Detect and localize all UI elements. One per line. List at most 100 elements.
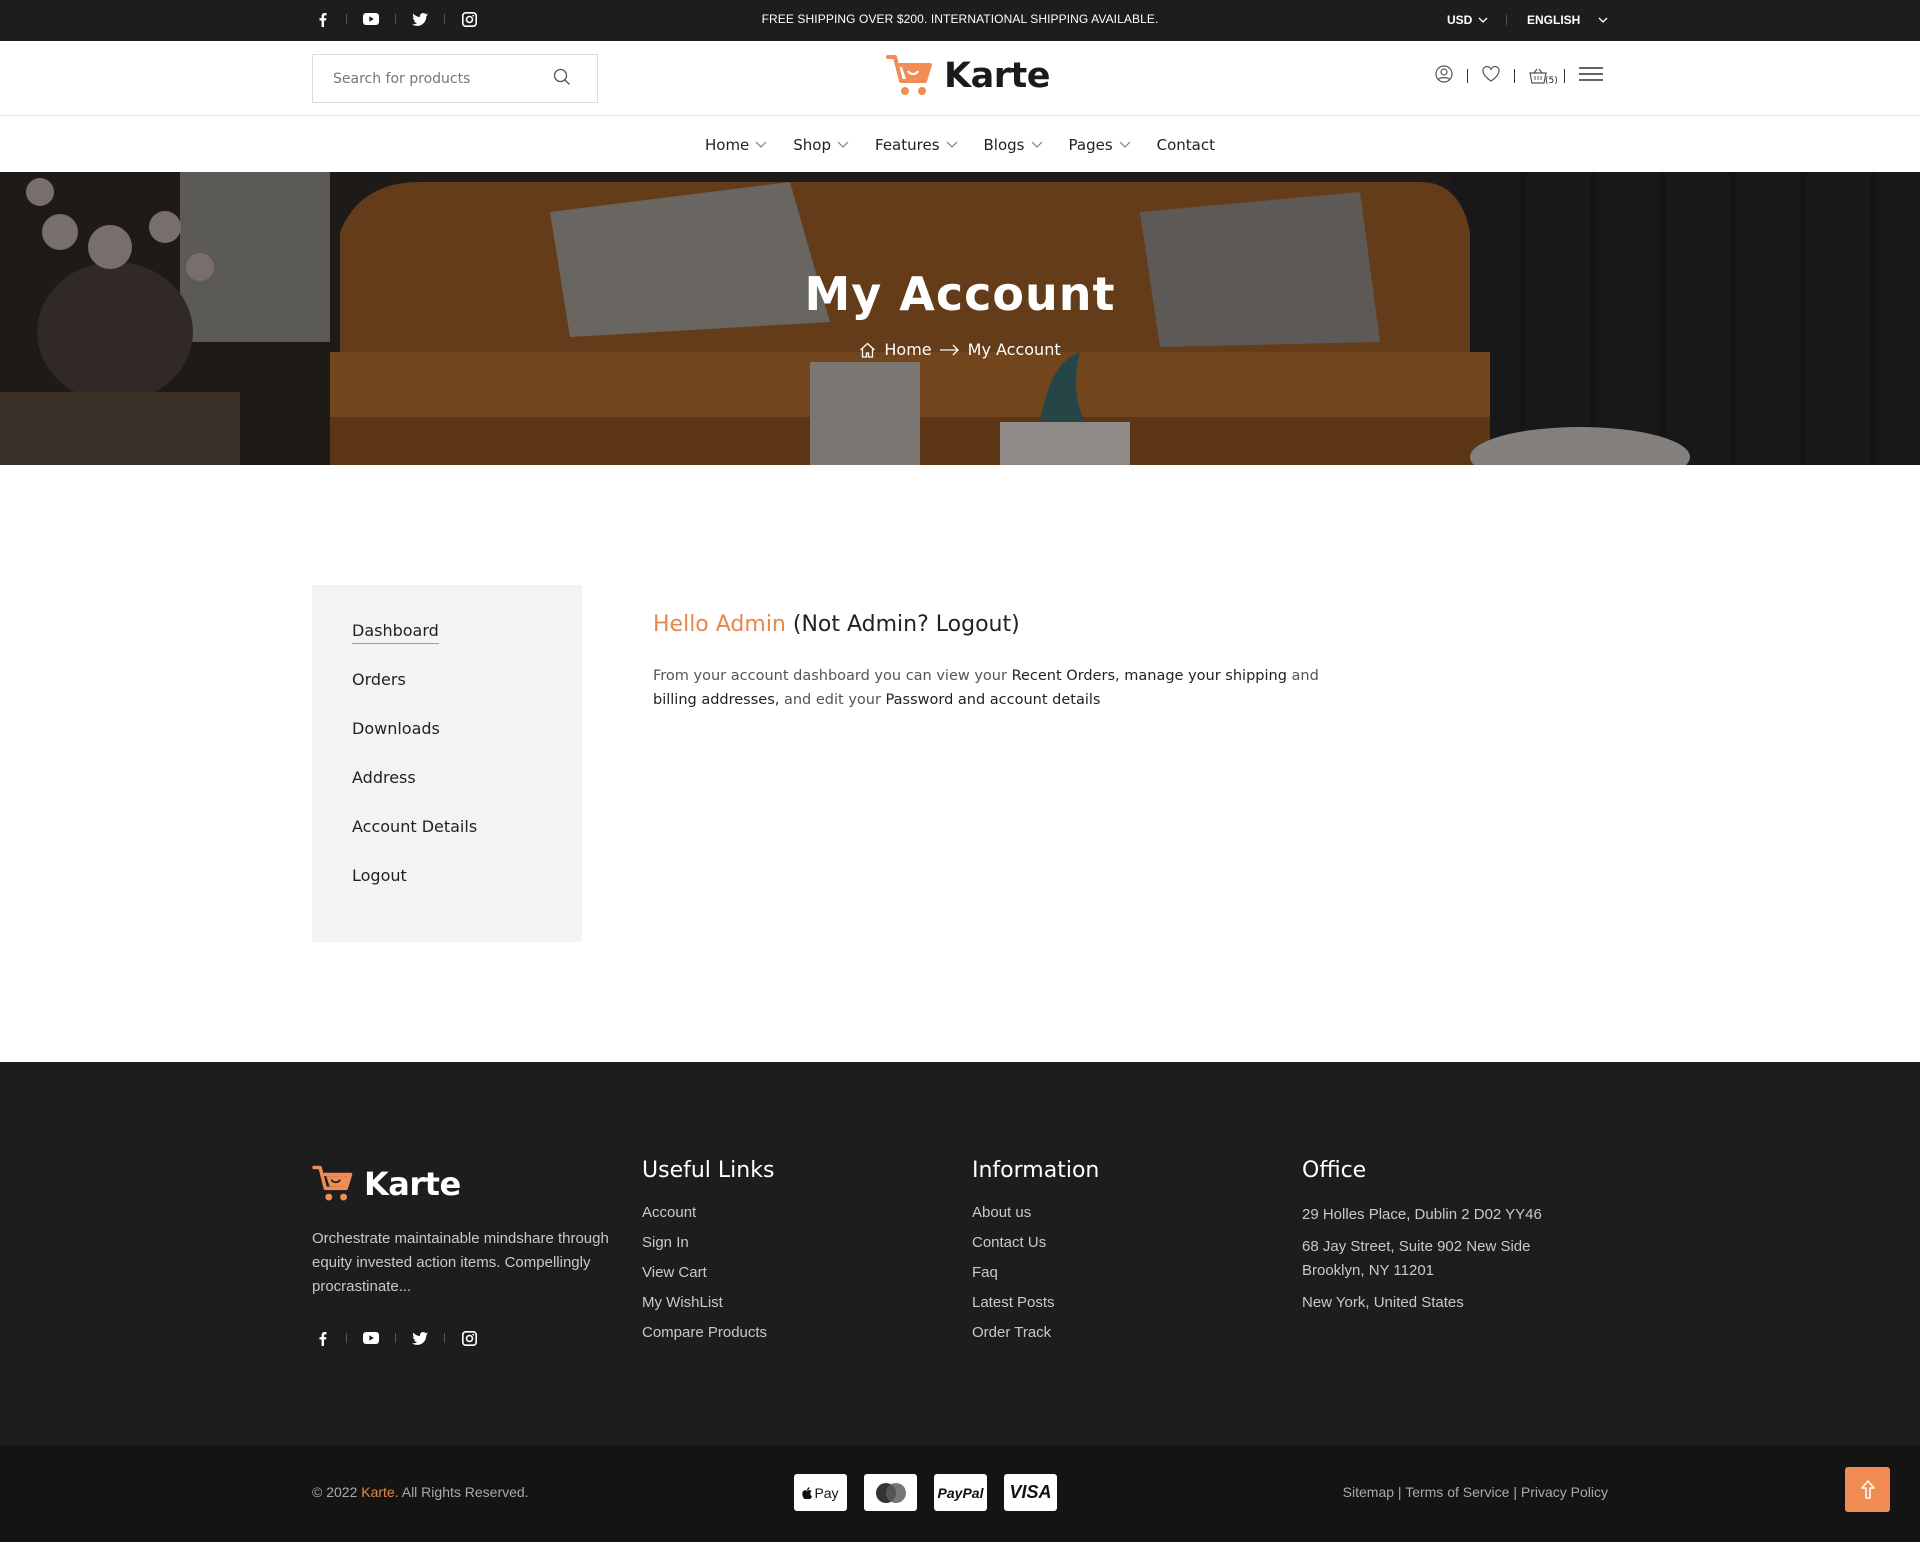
cart-count: (5) xyxy=(1545,76,1558,86)
office-address: 29 Holles Place, Dublin 2 D02 YY46 xyxy=(1302,1206,1542,1223)
page-title: My Account xyxy=(804,267,1116,321)
footer-link-wishlist[interactable]: My WishList xyxy=(642,1293,774,1323)
nav-item-shop[interactable]: Shop xyxy=(793,136,849,154)
chevron-down-icon xyxy=(837,141,849,148)
top-bar: FREE SHIPPING OVER $200. INTERNATIONAL S… xyxy=(0,0,1920,41)
breadcrumb-home-link[interactable]: Home xyxy=(884,340,931,359)
password-details-link[interactable]: Password and account details xyxy=(886,692,1101,708)
user-icon[interactable] xyxy=(1435,65,1453,87)
footer-useful-links: Useful Links Account Sign In View Cart M… xyxy=(642,1158,774,1353)
currency-label: USD xyxy=(1447,13,1473,27)
scroll-to-top-button[interactable] xyxy=(1845,1467,1890,1512)
footer-heading: Office xyxy=(1302,1158,1367,1183)
sitemap-link[interactable]: Sitemap xyxy=(1343,1484,1394,1500)
site-header: Karte (5) xyxy=(0,41,1920,116)
footer-about: Orchestrate maintainable mindshare throu… xyxy=(312,1230,609,1295)
payment-label: Pay xyxy=(814,1484,839,1501)
footer-heading: Information xyxy=(972,1158,1100,1183)
header-icons: (5) xyxy=(1435,65,1603,87)
breadcrumb-current: My Account xyxy=(967,340,1061,359)
account-menu-dashboard[interactable]: Dashboard xyxy=(352,620,582,669)
footer-link-compare[interactable]: Compare Products xyxy=(642,1323,774,1353)
footer-logo[interactable]: Karte xyxy=(312,1164,461,1204)
desc-text: and xyxy=(1291,668,1319,684)
currency-select[interactable]: USD xyxy=(1447,13,1488,27)
copyright-brand-link[interactable]: Karte. xyxy=(361,1484,398,1500)
twitter-icon[interactable] xyxy=(410,1328,430,1348)
instagram-icon[interactable] xyxy=(459,1328,479,1348)
language-select[interactable]: ENGLISH xyxy=(1527,13,1608,27)
divider xyxy=(395,1333,396,1343)
chevron-down-icon xyxy=(1119,141,1131,148)
divider xyxy=(1514,69,1515,83)
footer-logo-text: Karte xyxy=(364,1165,461,1203)
cart-button[interactable]: (5) xyxy=(1529,66,1558,86)
shipping-notice: FREE SHIPPING OVER $200. INTERNATIONAL S… xyxy=(761,12,1159,26)
divider xyxy=(1467,69,1468,83)
logo-text: Karte xyxy=(944,56,1050,96)
nav-item-label: Home xyxy=(704,135,750,154)
menu-label: Account Details xyxy=(352,817,478,836)
divider xyxy=(444,1333,445,1343)
search-input[interactable] xyxy=(313,70,543,87)
facebook-icon[interactable] xyxy=(312,1328,332,1348)
heart-icon[interactable] xyxy=(1482,65,1500,86)
account-menu-downloads[interactable]: Downloads xyxy=(352,718,582,767)
legal-links: Sitemap | Terms of Service | Privacy Pol… xyxy=(1343,1484,1608,1500)
nav-item-home[interactable]: Home xyxy=(705,136,767,154)
nav-item-pages[interactable]: Pages xyxy=(1069,136,1131,154)
footer-link-sign-in[interactable]: Sign In xyxy=(642,1233,774,1263)
menu-label: Orders xyxy=(352,670,406,689)
apple-pay-icon: Pay xyxy=(794,1474,847,1511)
nav-item-blogs[interactable]: Blogs xyxy=(984,136,1043,154)
recent-orders-link[interactable]: Recent Orders, xyxy=(1012,668,1120,684)
breadcrumb: Home My Account xyxy=(0,340,1920,359)
payment-methods: Pay PayPal VISA xyxy=(794,1474,1057,1511)
manage-shipping-link[interactable]: manage your shipping xyxy=(1124,668,1287,684)
copyright-year: © 2022 xyxy=(312,1484,358,1500)
copyright-text: All Rights Reserved. xyxy=(401,1484,529,1500)
nav-item-label: Contact xyxy=(1156,135,1215,154)
footer-link-order-track[interactable]: Order Track xyxy=(972,1323,1099,1353)
nav-item-features[interactable]: Features xyxy=(875,136,958,154)
privacy-link[interactable]: Privacy Policy xyxy=(1521,1484,1608,1500)
visa-icon: VISA xyxy=(1004,1474,1057,1511)
chevron-down-icon xyxy=(1031,141,1042,148)
office-address: 68 Jay Street, Suite 902 New Side Brookl… xyxy=(1302,1238,1531,1279)
youtube-icon[interactable] xyxy=(361,1328,381,1348)
terms-link[interactable]: Terms of Service xyxy=(1405,1484,1509,1500)
site-logo[interactable]: Karte xyxy=(886,53,1050,99)
paypal-icon: PayPal xyxy=(934,1474,987,1511)
footer-link-contact[interactable]: Contact Us xyxy=(972,1233,1099,1263)
arrow-up-icon xyxy=(1860,1479,1875,1499)
footer-link-account[interactable]: Account xyxy=(642,1203,774,1233)
main-nav: Home Shop Features Blogs Pages Contact xyxy=(0,117,1920,172)
footer-link-faq[interactable]: Faq xyxy=(972,1263,1099,1293)
search-icon[interactable] xyxy=(553,68,571,90)
footer-link-latest-posts[interactable]: Latest Posts xyxy=(972,1293,1099,1323)
chevron-down-icon xyxy=(946,141,957,148)
menu-label: Downloads xyxy=(352,719,440,738)
search-box xyxy=(312,54,598,103)
footer-link-about[interactable]: About us xyxy=(972,1203,1099,1233)
account-menu-orders[interactable]: Orders xyxy=(352,669,582,718)
divider xyxy=(346,1333,347,1343)
home-icon xyxy=(860,342,876,358)
footer-information: Information About us Contact Us Faq Late… xyxy=(972,1158,1099,1353)
copyright: © 2022 Karte. All Rights Reserved. xyxy=(312,1484,529,1500)
divider xyxy=(1563,69,1565,83)
greeting-logout-text[interactable]: (Not Admin? Logout) xyxy=(793,612,1020,637)
divider: | xyxy=(1513,1484,1517,1500)
account-menu-logout[interactable]: Logout xyxy=(352,865,582,914)
dashboard-greeting: Hello Admin (Not Admin? Logout) xyxy=(653,612,1020,637)
nav-item-contact[interactable]: Contact xyxy=(1157,136,1215,154)
billing-addresses-link[interactable]: billing addresses, xyxy=(653,692,779,708)
hamburger-menu-icon[interactable] xyxy=(1578,66,1603,86)
account-menu-account-details[interactable]: Account Details xyxy=(352,816,582,865)
account-menu-address[interactable]: Address xyxy=(352,767,582,816)
footer-bottom-bar: © 2022 Karte. All Rights Reserved. Pay P… xyxy=(0,1446,1920,1542)
footer-link-view-cart[interactable]: View Cart xyxy=(642,1263,774,1293)
payment-label: PayPal xyxy=(937,1484,984,1501)
site-footer: Karte Orchestrate maintainable mindshare… xyxy=(0,1062,1920,1446)
divider xyxy=(1506,15,1507,25)
